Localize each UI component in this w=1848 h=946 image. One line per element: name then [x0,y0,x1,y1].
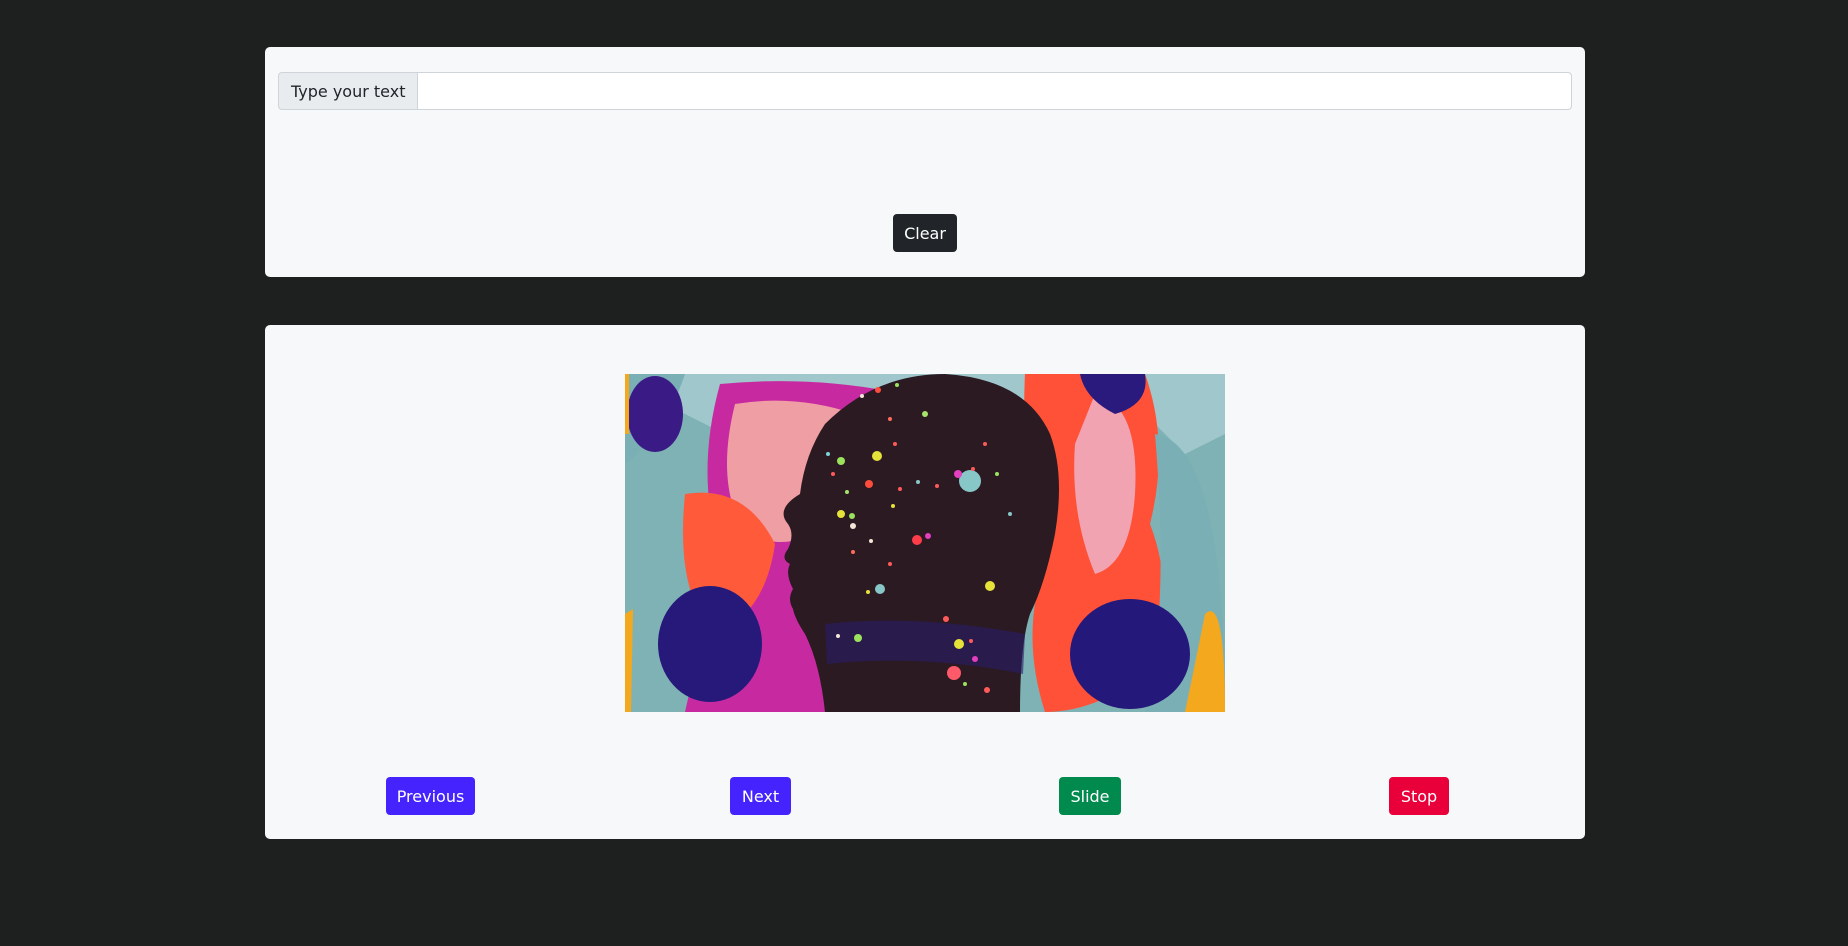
previous-button[interactable]: Previous [386,777,475,815]
clear-button[interactable]: Clear [893,214,957,252]
text-input-card: Type your text Clear [265,47,1585,277]
slide-button[interactable]: Slide [1059,777,1121,815]
text-input-group: Type your text [278,72,1572,110]
slideshow-card: Previous Next Slide Stop [265,325,1585,839]
slideshow-image [625,374,1225,712]
head-silhouette-artwork [625,374,1225,712]
next-button[interactable]: Next [730,777,791,815]
text-input-label: Type your text [278,72,418,110]
text-input[interactable] [417,72,1572,110]
stop-button[interactable]: Stop [1389,777,1449,815]
